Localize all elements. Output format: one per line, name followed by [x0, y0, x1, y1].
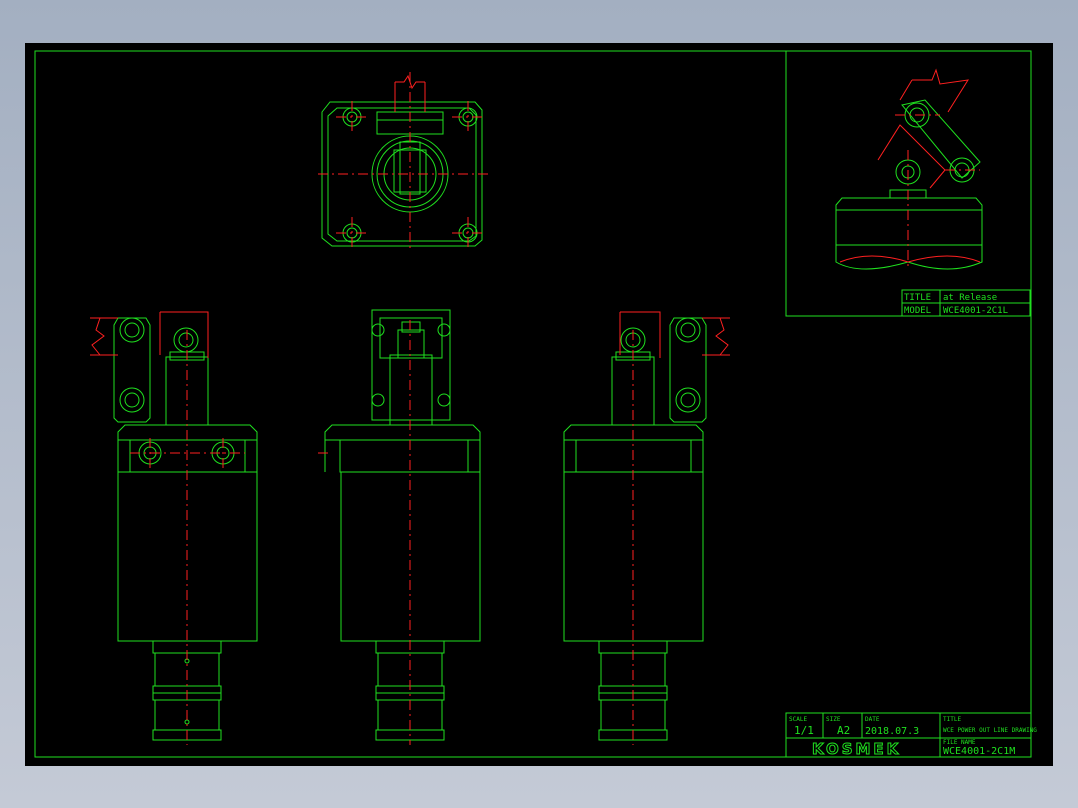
front-view-right — [563, 311, 730, 745]
date-value: 2018.07.3 — [865, 726, 919, 737]
inset-model-value: WCE4001-2C1L — [943, 306, 1008, 316]
title-label: TITLE — [943, 716, 961, 723]
size-value: A2 — [837, 724, 850, 737]
title-block: SCALE 1/1 SIZE A2 DATE 2018.07.3 TITLE W… — [785, 712, 1037, 759]
cad-drawing: TITLE at Release MODEL WCE4001-2C1L SCAL… — [34, 50, 1037, 759]
company-logo: KOSMEK — [812, 740, 901, 758]
inset-model-label: MODEL — [904, 306, 931, 316]
inset-title-block: TITLE at Release MODEL WCE4001-2C1L — [901, 289, 1031, 317]
front-view-left — [90, 311, 258, 745]
file-name-label: FILE NAME — [943, 739, 976, 746]
drawing-sheet: TITLE at Release MODEL WCE4001-2C1L SCAL… — [25, 43, 1053, 766]
size-label: SIZE — [826, 716, 841, 723]
scale-label: SCALE — [789, 716, 807, 723]
date-label: DATE — [865, 716, 880, 723]
file-name-value: WCE4001-2C1M — [943, 746, 1015, 757]
drawing-border — [34, 50, 1032, 758]
inset-title-label: TITLE — [904, 293, 931, 303]
top-view — [318, 72, 490, 250]
front-view-center — [318, 309, 481, 745]
inset-release-view — [835, 68, 983, 270]
scale-value: 1/1 — [794, 724, 814, 737]
title-value: WCE POWER OUT LINE DRAWING — [943, 727, 1037, 734]
inset-title-value: at Release — [943, 293, 997, 303]
